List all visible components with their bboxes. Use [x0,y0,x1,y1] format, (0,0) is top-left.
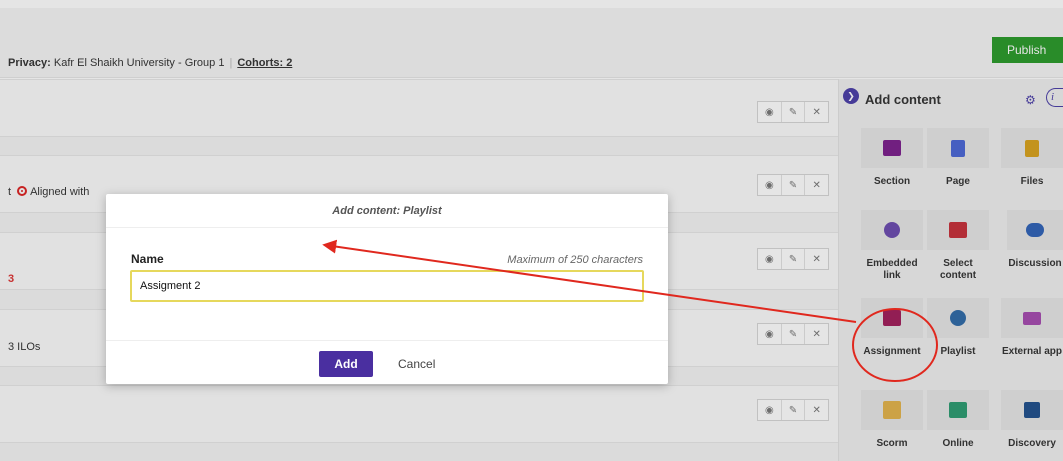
dialog-title: Add content: Playlist [106,194,668,228]
name-label: Name [131,252,164,266]
add-content-dialog: Add content: Playlist Name Maximum of 25… [106,194,668,384]
add-button[interactable]: Add [319,351,373,377]
cancel-button[interactable]: Cancel [398,357,435,371]
name-hint: Maximum of 250 characters [507,254,643,266]
name-input[interactable] [130,270,644,302]
app-window: Privacy: Kafr El Shaikh University - Gro… [0,0,1063,461]
divider [106,340,668,341]
